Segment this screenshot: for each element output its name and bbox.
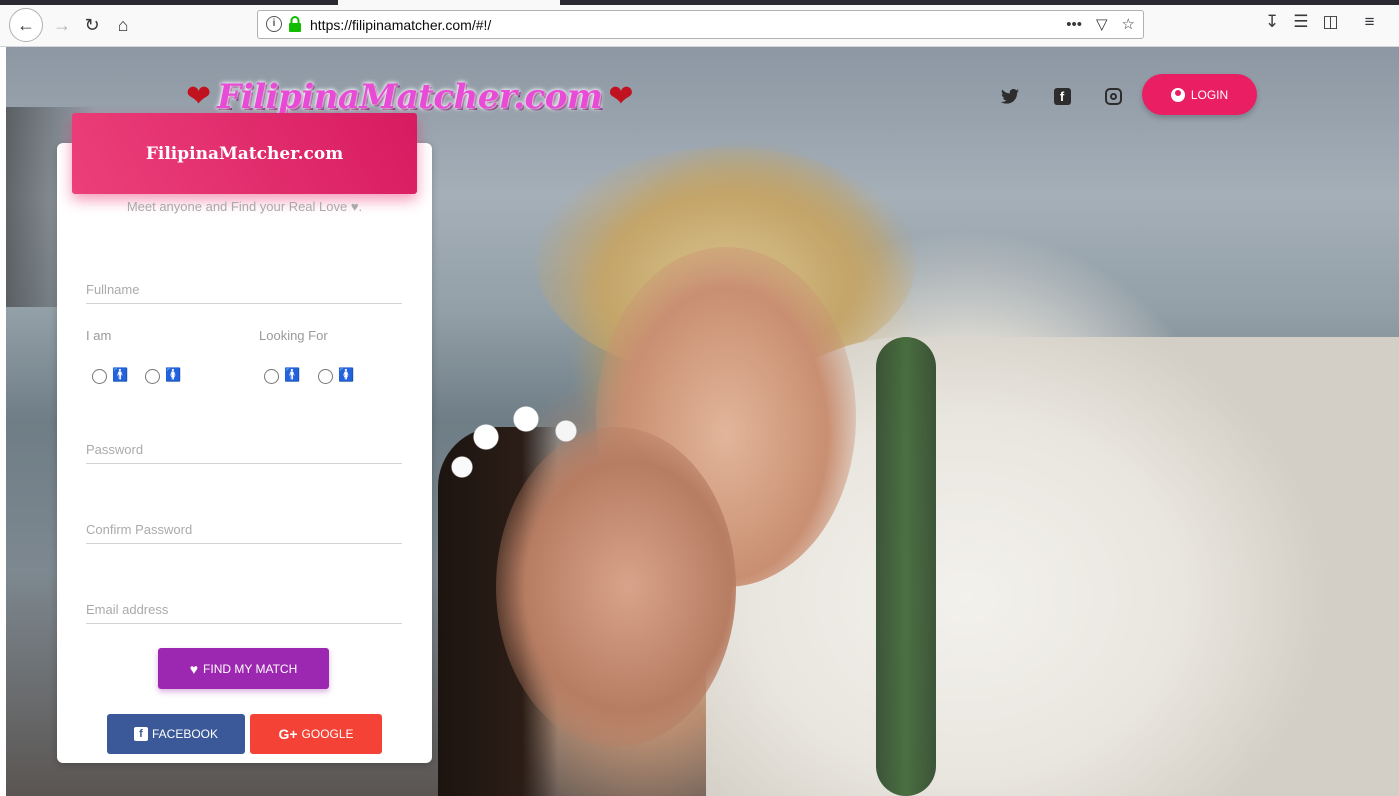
- twitter-icon[interactable]: [999, 85, 1021, 107]
- facebook-login-button[interactable]: f FACEBOOK: [107, 714, 245, 754]
- logo-text: FilipinaMatcher.com: [217, 77, 603, 117]
- google-login-button[interactable]: G+ GOOGLE: [250, 714, 382, 754]
- find-my-match-button[interactable]: ♥ FIND MY MATCH: [158, 648, 329, 689]
- fullname-placeholder: Fullname: [86, 282, 140, 297]
- i-am-male-radio[interactable]: [92, 369, 107, 384]
- email-input[interactable]: Email address: [86, 594, 402, 624]
- fullname-input[interactable]: Fullname: [86, 274, 402, 304]
- female-icon: 🚺: [338, 367, 355, 382]
- menu-icon[interactable]: ≡: [1365, 12, 1375, 32]
- facebook-icon: f: [133, 727, 148, 741]
- tab-strip: [0, 0, 1399, 5]
- facebook-label: FACEBOOK: [151, 727, 219, 741]
- back-arrow-icon[interactable]: ←: [9, 8, 43, 42]
- url-bar[interactable]: i https://filipinamatcher.com/#!/ ••• ▽ …: [257, 10, 1144, 39]
- reload-icon[interactable]: ↻: [77, 10, 107, 40]
- card-header: FilipinaMatcher.com: [72, 113, 417, 194]
- heart-icon: ♥: [189, 660, 199, 677]
- login-button[interactable]: LOGIN: [1142, 74, 1257, 115]
- pocket-icon[interactable]: ▽: [1096, 15, 1108, 33]
- google-plus-icon: G+: [278, 726, 298, 742]
- i-am-label: I am: [86, 328, 112, 343]
- male-icon: 🚹: [112, 367, 129, 382]
- card-subtitle: Meet anyone and Find your Real Love ♥.: [126, 199, 363, 214]
- looking-for-female-radio[interactable]: [318, 369, 333, 384]
- active-tab[interactable]: [338, 0, 560, 5]
- looking-for-male-radio[interactable]: [264, 369, 279, 384]
- library-icon[interactable]: ☰: [1293, 12, 1308, 32]
- url-text[interactable]: https://filipinamatcher.com/#!/: [310, 17, 491, 33]
- find-my-match-label: FIND MY MATCH: [203, 661, 298, 676]
- photo-flower-crown: [438, 377, 598, 497]
- google-label: GOOGLE: [301, 727, 354, 741]
- female-icon: 🚺: [165, 367, 182, 382]
- card-title: FilipinaMatcher.com: [145, 143, 344, 164]
- instagram-icon[interactable]: [1102, 85, 1124, 107]
- i-am-female-radio[interactable]: [145, 369, 160, 384]
- downloads-icon[interactable]: ↧: [1265, 12, 1279, 32]
- confirm-password-placeholder: Confirm Password: [86, 522, 193, 537]
- photo-lei: [876, 337, 936, 796]
- male-icon: 🚹: [284, 367, 301, 382]
- sidebar-icon[interactable]: ◫: [1323, 12, 1339, 32]
- info-icon[interactable]: i: [266, 16, 282, 32]
- password-input[interactable]: Password: [86, 434, 402, 464]
- browser-toolbar: ← → ↻ ⌂ i https://filipinamatcher.com/#!…: [0, 0, 1399, 47]
- facebook-icon[interactable]: f: [1051, 85, 1073, 107]
- login-label: LOGIN: [1190, 87, 1229, 102]
- heart-icon: ❤: [186, 80, 212, 113]
- looking-for-label: Looking For: [259, 328, 328, 343]
- heart-icon: ❤: [608, 80, 634, 113]
- forward-arrow-icon[interactable]: →: [47, 10, 77, 40]
- user-circle-icon: [1170, 87, 1185, 102]
- password-placeholder: Password: [86, 442, 144, 457]
- lock-icon[interactable]: [288, 16, 302, 32]
- email-placeholder: Email address: [86, 602, 169, 617]
- home-icon[interactable]: ⌂: [108, 10, 138, 40]
- confirm-password-input[interactable]: Confirm Password: [86, 514, 402, 544]
- bookmark-star-icon[interactable]: ☆: [1122, 15, 1135, 33]
- page-actions-icon[interactable]: •••: [1066, 16, 1082, 33]
